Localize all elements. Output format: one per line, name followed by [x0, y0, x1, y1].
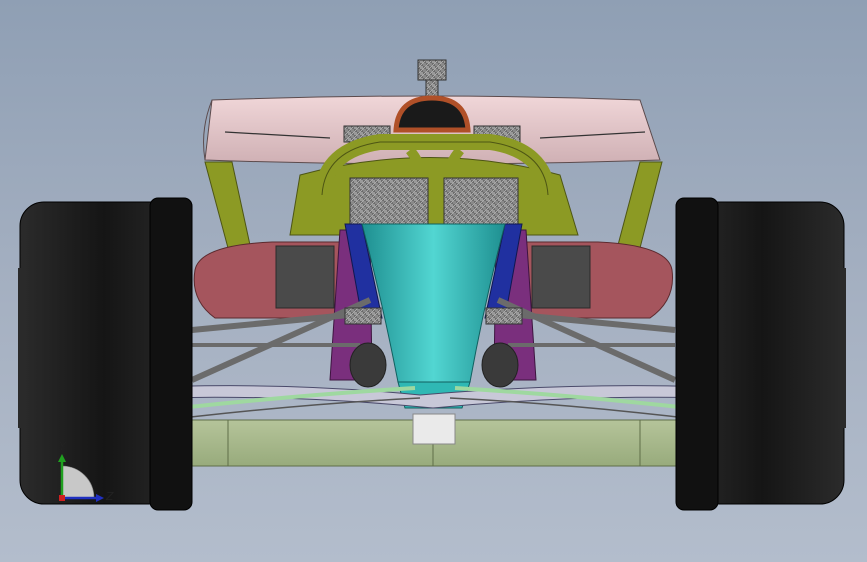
right-sidepod [519, 241, 674, 319]
right-front-tyre[interactable] [675, 197, 846, 511]
axis-origin [59, 495, 65, 501]
cockpit-carbon-left [349, 177, 429, 227]
y-axis-arrow [58, 454, 66, 462]
axis-triad: Y Z [48, 436, 128, 516]
left-sidepod [193, 241, 351, 319]
z-axis-label: Z [106, 490, 114, 503]
cockpit-carbon-right [443, 177, 519, 227]
floor [189, 413, 679, 467]
right-rear-strut [617, 161, 663, 249]
triad-quarter [61, 465, 95, 499]
car-model[interactable] [0, 0, 867, 562]
z-axis-arrow [96, 494, 104, 502]
left-rear-strut [204, 161, 251, 249]
3d-viewport[interactable]: Y Z [0, 0, 867, 562]
y-axis-label: Y [59, 440, 66, 453]
